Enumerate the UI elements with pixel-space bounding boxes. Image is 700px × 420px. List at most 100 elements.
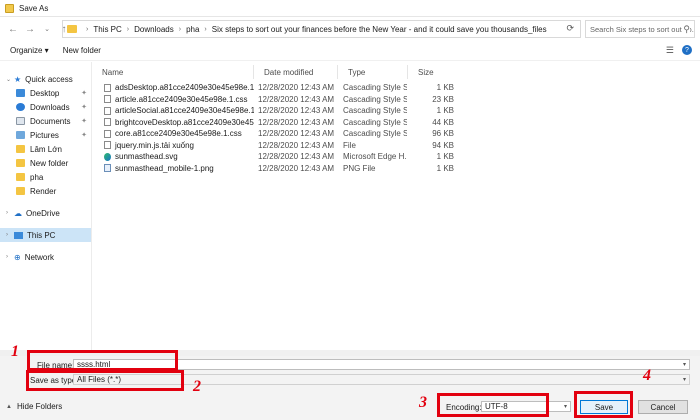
sidebar-label: OneDrive [26,208,60,218]
search-icon: ⚲ [683,24,690,35]
file-rows: adsDesktop.a81cce2409e30e45e98e.1.css 12/… [92,82,700,174]
file-name-text: brightcoveDesktop.a81cce2409e30e45e98e.1… [115,117,254,127]
file-row[interactable]: adsDesktop.a81cce2409e30e45e98e.1.css 12/… [92,82,700,94]
sidebar-label: Network [24,252,55,262]
folder-icon [16,159,25,167]
file-type-cell: Cascading Style S... [343,106,407,116]
sidebar-label: Pictures [30,130,59,140]
file-row[interactable]: core.a81cce2409e30e45e98e.1.css 12/28/202… [92,128,700,140]
breadcrumb-downloads[interactable]: Downloads [134,25,174,34]
address-bar[interactable]: › This PC › Downloads › pha › Six steps … [62,20,581,38]
file-name-text: adsDesktop.a81cce2409e30e45e98e.1.css [115,83,254,93]
download-icon [16,103,25,111]
column-label: Size [418,67,434,77]
chevron-down-icon: ⌄ [6,76,12,83]
file-name-text: articleSocial.a81cce2409e30e45e98e.1.css [115,106,254,116]
help-icon[interactable]: ? [682,45,692,55]
address-row: ← → ⌄ ↑ › This PC › Downloads › pha › Si… [0,17,700,41]
column-header-type[interactable]: Type [338,65,408,79]
css-file-icon [104,129,111,138]
sidebar-item-pictures[interactable]: Pictures ✦ [0,128,91,142]
file-name-cell: article.a81cce2409e30e45e98e.1.css [104,94,254,106]
breadcrumb-this-pc[interactable]: This PC [93,25,121,34]
css-file-icon [104,106,111,115]
sidebar-item-onedrive[interactable]: › ☁ OneDrive [0,206,91,220]
file-row[interactable]: article.a81cce2409e30e45e98e.1.css 12/28/… [92,94,700,106]
view-options-icon[interactable]: ☰ [666,45,674,56]
file-row[interactable]: sunmasthead_mobile-1.png 12/28/2020 12:43… [92,163,700,175]
sidebar-item-downloads[interactable]: Downloads ✦ [0,100,91,114]
sidebar-label: This PC [27,230,56,240]
file-type-cell: Cascading Style S... [343,117,407,127]
folder-icon [16,173,25,181]
organize-button[interactable]: Organize ▾ [10,46,49,55]
sidebar-item-this-pc[interactable]: › This PC [0,228,91,242]
column-header-name[interactable]: Name [92,65,254,79]
new-folder-button[interactable]: New folder [63,46,101,55]
chevron-right-icon: › [6,210,8,216]
column-header-size[interactable]: Size [408,65,458,79]
network-icon: ⊕ [14,252,21,262]
file-size-cell: 23 KB [432,94,454,104]
computer-icon [14,231,23,239]
pin-icon: ✦ [81,104,87,111]
breadcrumb-current-folder[interactable]: Six steps to sort out your finances befo… [212,25,547,34]
sidebar-label: Lâm Lớn [30,144,62,154]
sidebar-item-documents[interactable]: Documents ✦ [0,114,91,128]
file-size-cell: 96 KB [432,129,454,139]
title-bar: Save As [0,0,700,17]
file-row[interactable]: sunmasthead.svg 12/28/2020 12:43 AM Micros… [92,151,700,163]
folder-icon [67,25,77,33]
sidebar-label: Downloads [30,102,70,112]
file-size-cell: 94 KB [432,140,454,150]
file-name-cell: adsDesktop.a81cce2409e30e45e98e.1.css [104,82,254,94]
hide-folders-toggle[interactable]: ▲ Hide Folders [6,402,62,411]
file-size-cell: 1 KB [436,163,454,173]
css-file-icon [104,95,111,104]
file-date-cell: 12/28/2020 12:43 AM [258,152,335,162]
recent-chevron-icon[interactable]: ⌄ [40,22,54,36]
chevron-right-icon: › [86,25,89,33]
file-type-cell: Cascading Style S... [343,129,407,139]
sidebar-label: Documents [30,116,71,126]
column-label: Type [348,67,366,77]
pin-icon: ✦ [81,90,87,97]
chevron-right-icon: › [178,25,182,33]
refresh-icon[interactable]: ⟳ [566,23,574,34]
chevron-up-icon: ▲ [6,403,12,410]
file-row[interactable]: jquery.min.js.tải xuống 12/28/2020 12:43 … [92,140,700,152]
file-name-cell: articleSocial.a81cce2409e30e45e98e.1.css [104,105,254,117]
back-arrow-icon[interactable]: ← [6,22,20,36]
search-input[interactable]: Search Six steps to sort out yo... ⚲ [585,20,695,38]
pin-icon: ✦ [81,132,87,139]
document-icon [16,117,25,125]
file-date-cell: 12/28/2020 12:43 AM [258,140,335,150]
sidebar-item-pha[interactable]: pha [0,170,91,184]
file-row[interactable]: articleSocial.a81cce2409e30e45e98e.1.css… [92,105,700,117]
cancel-button[interactable]: Cancel [638,400,688,414]
sidebar-item-new-folder[interactable]: New folder [0,156,91,170]
css-file-icon [104,118,111,127]
file-row[interactable]: brightcoveDesktop.a81cce2409e30e45e98e.1… [92,117,700,129]
file-type-cell: File [343,140,356,150]
breadcrumb-pha[interactable]: pha [186,25,199,34]
star-icon: ★ [14,74,22,84]
sidebar-item-lam-lon[interactable]: Lâm Lớn [0,142,91,156]
column-header-date[interactable]: Date modified [254,65,338,79]
highlight-save-button [574,391,633,418]
sidebar-label: New folder [30,158,69,168]
sidebar-item-quick-access[interactable]: ⌄ ★ Quick access [0,72,91,86]
file-type-cell: Microsoft Edge H... [343,152,407,162]
file-date-cell: 12/28/2020 12:43 AM [258,94,335,104]
file-size-cell: 1 KB [436,83,454,93]
column-label: Name [102,67,124,77]
sidebar-item-render[interactable]: Render [0,184,91,198]
hide-folders-label: Hide Folders [16,402,63,411]
chevron-down-icon[interactable]: ▾ [683,361,686,368]
forward-arrow-icon[interactable]: → [23,22,37,36]
file-name-text: sunmasthead_mobile-1.png [115,163,214,173]
chevron-down-icon: ▾ [682,377,686,383]
file-size-cell: 1 KB [436,106,454,116]
sidebar-item-desktop[interactable]: Desktop ✦ [0,86,91,100]
sidebar-item-network[interactable]: › ⊕ Network [0,250,91,264]
